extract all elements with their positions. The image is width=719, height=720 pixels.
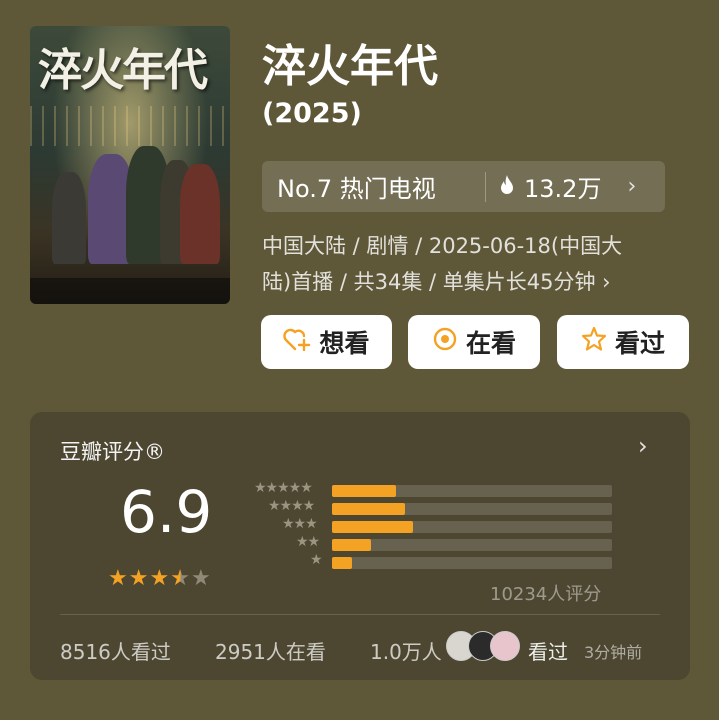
bar-fill (332, 557, 352, 569)
heat-section[interactable]: 13.2万 › (486, 169, 636, 204)
heart-plus-icon (283, 326, 311, 358)
watched-label: 看过 (614, 329, 665, 358)
rating-count[interactable]: 10234人评分 (490, 580, 601, 606)
rating-star-icon: ★ (190, 566, 212, 591)
meta-line-2: 陆)首播 / 共34集 / 单集片长45分钟 › (262, 270, 611, 294)
watching-count[interactable]: 2951人在看 (215, 636, 326, 665)
rating-star-icon: ★ (170, 566, 191, 591)
show-title: 淬火年代 (262, 41, 438, 92)
activity-time: 3分钟前 (584, 643, 643, 662)
watched-button[interactable]: 看过 (557, 315, 689, 369)
target-icon (432, 326, 458, 358)
want-label: 想看 (319, 329, 370, 358)
rating-star-icon: ★ (108, 566, 129, 591)
friend-avatar[interactable] (490, 631, 520, 661)
poster-lights (30, 106, 230, 146)
poster-figure-1 (52, 172, 86, 264)
rating-label: 豆瓣评分® (60, 440, 165, 464)
bar-star-icon: ★★ (296, 534, 320, 550)
star-outline-icon (581, 326, 607, 358)
meta-line-1: 中国大陆 / 剧情 / 2025-06-18(中国大 (262, 234, 623, 258)
want-count[interactable]: 1.0万人 (370, 636, 442, 665)
watching-label: 在看 (465, 329, 516, 358)
show-meta[interactable]: 中国大陆 / 剧情 / 2025-06-18(中国大 陆)首播 / 共34集 /… (262, 228, 682, 300)
show-year: (2025) (262, 98, 362, 129)
poster-credits (30, 278, 230, 304)
bar-fill (332, 485, 397, 497)
bar-star-icon: ★★★★★ (254, 480, 313, 496)
watching-button[interactable]: 在看 (408, 315, 540, 369)
bar-star-icon: ★★★★ (268, 498, 315, 514)
flame-icon (500, 173, 514, 201)
watched-count[interactable]: 8516人看过 (60, 636, 171, 665)
rating-stars: ★★★★★ (108, 566, 212, 591)
bar-star-icon: ★ (310, 552, 323, 568)
bar-fill (332, 539, 372, 551)
bar-track (332, 485, 612, 497)
want-to-watch-button[interactable]: 想看 (261, 315, 392, 369)
poster-image[interactable]: 淬火年代 (30, 26, 230, 304)
chevron-right-icon[interactable]: › (638, 432, 648, 460)
poster-title: 淬火年代 (38, 45, 208, 96)
rating-star-icon: ★ (128, 566, 150, 591)
bar-fill (332, 521, 414, 533)
bar-star-icon: ★★★ (282, 516, 318, 532)
rating-bar-row: ★ (252, 552, 612, 572)
heat-value: 13.2万 (524, 175, 602, 203)
bar-fill (332, 503, 405, 515)
chevron-right-icon: › (627, 174, 637, 199)
ranking-pill[interactable]: No.7 热门电视 13.2万 › (262, 161, 665, 212)
friends-action: 看过 (528, 640, 568, 664)
card-divider (60, 614, 660, 615)
rating-bar-row: ★★ (252, 534, 612, 554)
rank-label: No.7 热门电视 (277, 175, 436, 203)
bar-track (332, 521, 612, 533)
rating-star-icon: ★ (149, 566, 171, 591)
bar-track (332, 503, 612, 515)
bar-track (332, 539, 612, 551)
poster-figure-5 (180, 164, 220, 264)
rating-score: 6.9 (120, 478, 213, 546)
bar-track (332, 557, 612, 569)
